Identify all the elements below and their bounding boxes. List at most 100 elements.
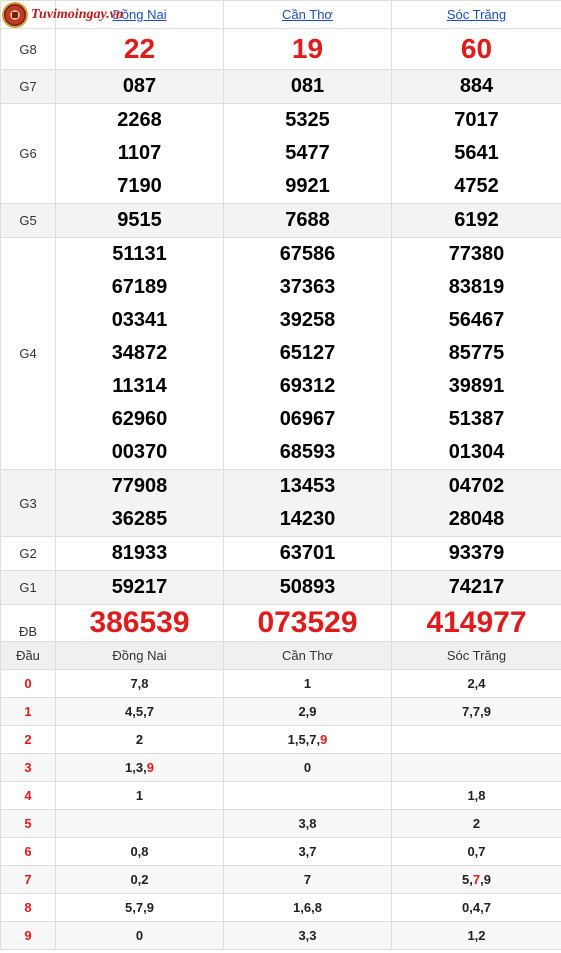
province-link-soc-trang[interactable]: Sóc Trăng [447, 7, 506, 22]
dau-row: 9 0 3,3 1,2 [0, 921, 561, 950]
prize-cell: 22 [55, 28, 224, 70]
prize-cell: 6192 [391, 203, 561, 238]
prize-number: 77908 [111, 475, 168, 497]
prize-cell: 9515 [55, 203, 224, 238]
dau-cell: 7,7,9 [391, 697, 561, 726]
dau-cell: 1,2 [391, 921, 561, 950]
province-header-soc-trang: Sóc Trăng [391, 0, 561, 29]
site-logo[interactable]: Tuvimoingay.vn [2, 2, 124, 28]
prize-number: 62960 [111, 408, 168, 430]
prize-number: 073529 [257, 606, 358, 639]
dau-cell: 3,7 [223, 837, 392, 866]
dau-cell: 2,4 [391, 669, 561, 698]
prize-number: 06967 [279, 408, 336, 430]
prize-row: G2 81933 63701 93379 [0, 536, 561, 571]
dau-digit: 4 [0, 781, 56, 810]
prize-number: 4752 [454, 175, 499, 197]
dau-cell: 4,5,7 [55, 697, 224, 726]
prize-label: G4 [0, 237, 56, 470]
prize-cell: 2268 1107 7190 [55, 103, 224, 204]
prize-number: 65127 [279, 342, 336, 364]
dau-cell: 0,7 [391, 837, 561, 866]
prize-number: 9515 [117, 209, 162, 231]
dau-header-soc-trang: Sóc Trăng [391, 641, 561, 670]
prize-cell: 884 [391, 69, 561, 104]
dau-row: 1 4,5,7 2,9 7,7,9 [0, 697, 561, 726]
prize-number: 39258 [279, 309, 336, 331]
dau-cell [223, 781, 392, 810]
prize-number: 34872 [111, 342, 168, 364]
prize-label: G1 [0, 570, 56, 605]
prize-cell: 51131 67189 03341 34872 11314 62960 00370 [55, 237, 224, 470]
prize-number: 22 [123, 33, 156, 64]
prize-label: G7 [0, 69, 56, 104]
special-tail-digit: 7 [472, 872, 481, 887]
prize-number: 77380 [448, 243, 505, 265]
province-header-can-tho: Cần Thơ [223, 0, 392, 29]
prize-number: 67586 [279, 243, 336, 265]
dau-cell: 0 [55, 921, 224, 950]
prize-number: 03341 [111, 309, 168, 331]
dau-digit: 1 [0, 697, 56, 726]
prize-label: G6 [0, 103, 56, 204]
prize-number: 5641 [454, 142, 499, 164]
prize-row: G5 9515 7688 6192 [0, 203, 561, 238]
prize-number: 081 [290, 75, 325, 97]
dau-cell: 0 [223, 753, 392, 782]
lottery-results-table: Đồng Nai Cần Thơ Sóc Trăng G8 22 19 60 G7 087… [0, 0, 561, 643]
prize-number: 85775 [448, 342, 505, 364]
prize-row: G4 51131 67189 03341 34872 11314 62960 00370 675… [0, 237, 561, 470]
dau-cell [391, 753, 561, 782]
dau-digit: 8 [0, 893, 56, 922]
prize-cell: 74217 [391, 570, 561, 605]
special-tail-digit: 9 [320, 732, 328, 747]
dau-digit: 0 [0, 669, 56, 698]
dau-cell: 2,9 [223, 697, 392, 726]
prize-label: ĐB [0, 604, 56, 643]
prize-number: 01304 [448, 441, 505, 463]
dau-cell: 1,8 [391, 781, 561, 810]
dau-cell: 1,3,9 [55, 753, 224, 782]
dau-rows: 0 7,8 1 2,4 1 4,5,7 2,9 7,7,9 2 2 1,5,7,9 3 1,3,9 0 4 1… [0, 669, 561, 950]
dau-cell: 3,8 [223, 809, 392, 838]
dau-cell [55, 809, 224, 838]
dau-row: 2 2 1,5,7,9 [0, 725, 561, 754]
prize-number: 74217 [448, 576, 505, 598]
prize-cell: 7017 5641 4752 [391, 103, 561, 204]
dau-cell [391, 725, 561, 754]
prize-row: G3 77908 36285 13453 14230 04702 28048 [0, 469, 561, 537]
prize-row: G8 22 19 60 [0, 28, 561, 70]
prize-label: G8 [0, 28, 56, 70]
prize-number: 14230 [279, 508, 336, 530]
prize-cell: 087 [55, 69, 224, 104]
prize-number: 68593 [279, 441, 336, 463]
province-link-can-tho[interactable]: Cần Thơ [282, 7, 333, 22]
prize-number: 386539 [89, 606, 190, 639]
prize-cell: 77380 83819 56467 85775 39891 51387 01304 [391, 237, 561, 470]
prize-cell: 414977 [391, 604, 561, 643]
prize-number: 414977 [426, 606, 527, 639]
prize-number: 087 [122, 75, 157, 97]
dau-digit: 7 [0, 865, 56, 894]
prize-cell: 7688 [223, 203, 392, 238]
prize-number: 04702 [448, 475, 505, 497]
dau-cell: 1,6,8 [223, 893, 392, 922]
prize-cell: 19 [223, 28, 392, 70]
prize-cell: 93379 [391, 536, 561, 571]
dau-header-row: Đầu Đồng Nai Cần Thơ Sóc Trăng [0, 641, 561, 670]
prize-number: 1107 [117, 142, 162, 164]
prize-row: G7 087 081 884 [0, 69, 561, 104]
prize-number: 59217 [111, 576, 168, 598]
prize-cell: 59217 [55, 570, 224, 605]
dau-cell: 1,5,7,9 [223, 725, 392, 754]
dau-cell: 5,7,9 [391, 865, 561, 894]
dau-cell: 5,7,9 [55, 893, 224, 922]
dau-cell: 2 [391, 809, 561, 838]
dau-row: 8 5,7,9 1,6,8 0,4,7 [0, 893, 561, 922]
prize-cell: 386539 [55, 604, 224, 643]
prize-number: 13453 [279, 475, 336, 497]
prize-number: 93379 [448, 542, 505, 564]
prize-number: 51131 [112, 243, 167, 265]
prize-number: 50893 [279, 576, 336, 598]
logo-emblem-icon [2, 2, 28, 28]
